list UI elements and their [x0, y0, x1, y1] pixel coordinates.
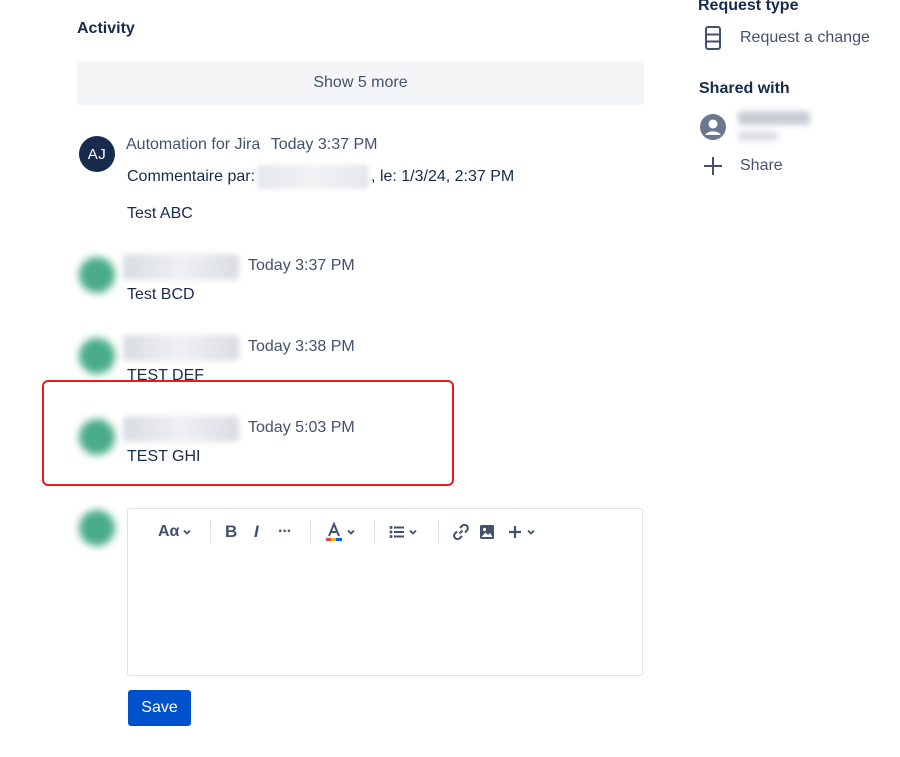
toolbar-divider	[310, 520, 311, 544]
bullet-list-icon	[389, 526, 404, 538]
share-label: Share	[740, 157, 783, 174]
bold-button[interactable]: B	[225, 521, 237, 543]
plus-icon	[509, 526, 521, 538]
show-more-button[interactable]: Show 5 more	[77, 61, 644, 105]
insert-link-button[interactable]	[452, 521, 470, 543]
comment-suffix: , le: 1/3/24, 2:37 PM	[371, 168, 515, 186]
comment-header: Automation for Jira Today 3:37 PM	[126, 136, 377, 154]
save-button[interactable]: Save	[128, 690, 191, 726]
request-type-value: Request a change	[740, 29, 870, 46]
comment-timestamp[interactable]: Today 3:38 PM	[248, 338, 355, 356]
toolbar-divider	[374, 520, 375, 544]
text-color-icon	[326, 522, 342, 541]
text-style-label: Aα	[158, 523, 180, 540]
italic-button[interactable]: I	[254, 521, 259, 543]
list-dropdown[interactable]	[389, 521, 418, 543]
avatar	[79, 510, 115, 546]
comment-author[interactable]: Automation for Jira	[126, 136, 260, 153]
chevron-down-icon	[409, 529, 417, 535]
chevron-down-icon	[183, 529, 192, 535]
comment-timestamp[interactable]: Today 3:37 PM	[271, 136, 378, 153]
toolbar-divider	[210, 520, 211, 544]
redacted-name	[257, 165, 370, 189]
request-change-icon	[700, 25, 726, 51]
redacted-author	[123, 254, 239, 280]
comment-body: Test ABC	[127, 205, 193, 222]
comment-body: Test BCD	[127, 286, 195, 303]
highlight-annotation	[42, 380, 454, 486]
shared-user-row[interactable]	[700, 114, 740, 140]
user-avatar-icon	[700, 114, 726, 140]
more-formatting-button[interactable]: ···	[278, 521, 292, 543]
comment-timestamp[interactable]: Today 3:37 PM	[248, 257, 355, 275]
avatar	[79, 338, 115, 374]
avatar	[79, 257, 115, 293]
comment-prefix: Commentaire par:	[127, 168, 256, 186]
request-type-heading: Request type	[698, 0, 799, 14]
insert-image-button[interactable]	[479, 521, 495, 543]
issue-activity-page: Activity Show 5 more AJ Automation for J…	[0, 0, 900, 757]
request-type-row: Request a change	[700, 25, 870, 51]
link-icon	[453, 523, 469, 541]
insert-more-dropdown[interactable]	[507, 521, 536, 543]
activity-heading: Activity	[77, 20, 135, 37]
redacted-user-detail	[738, 131, 778, 141]
shared-with-heading: Shared with	[699, 80, 790, 97]
comment-editor[interactable]: Aα B I ···	[127, 508, 643, 676]
chevron-down-icon	[527, 529, 535, 535]
avatar: AJ	[79, 136, 115, 172]
text-color-dropdown[interactable]	[325, 521, 356, 543]
editor-toolbar: Aα B I ···	[128, 509, 642, 555]
text-style-dropdown[interactable]: Aα	[158, 521, 192, 543]
toolbar-divider	[438, 520, 439, 544]
comment-body-line: Commentaire par: , le: 1/3/24, 2:37 PM	[127, 165, 514, 189]
share-button[interactable]: Share	[700, 153, 783, 179]
chevron-down-icon	[347, 529, 355, 535]
redacted-author	[123, 335, 239, 361]
plus-icon	[700, 153, 726, 179]
redacted-user-name	[738, 111, 810, 125]
image-icon	[480, 525, 494, 539]
